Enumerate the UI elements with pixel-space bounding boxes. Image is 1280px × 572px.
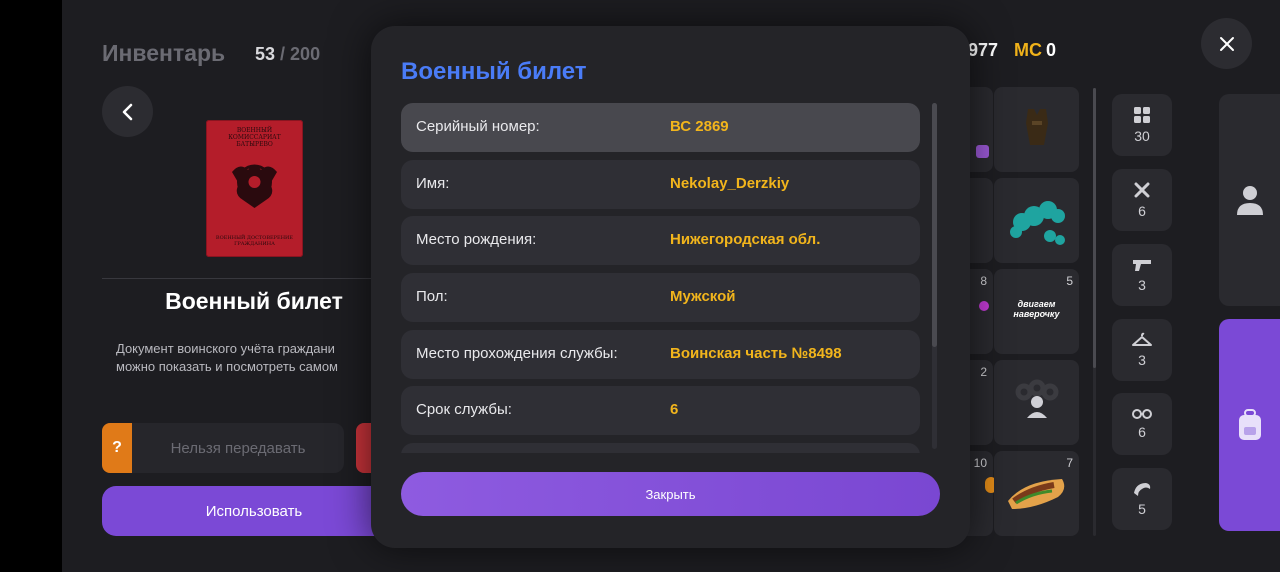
- category-weapons[interactable]: 3: [1112, 244, 1172, 306]
- gun-icon: [1133, 260, 1151, 271]
- grid-icon: [1134, 107, 1150, 123]
- grid-scrollbar-thumb[interactable]: [1093, 88, 1096, 368]
- inventory-slot[interactable]: [994, 178, 1079, 263]
- emblem-icon: [232, 164, 277, 208]
- modal-scrollbar-thumb[interactable]: [932, 103, 937, 347]
- item-name: Военный билет: [165, 288, 343, 314]
- divider: [102, 278, 372, 279]
- glasses-icon: [1132, 409, 1152, 419]
- hair-icon: [1134, 483, 1151, 496]
- rarity-dot: [979, 301, 989, 311]
- mc-value: 0: [1046, 40, 1057, 60]
- info-list: Серийный номер: ВС 2869 Имя: Nekolay_Der…: [401, 103, 921, 453]
- smoke-icon: [1010, 201, 1065, 245]
- inventory-slot[interactable]: [994, 360, 1079, 445]
- category-tools[interactable]: 6: [1112, 169, 1172, 231]
- category-hair[interactable]: 5: [1112, 468, 1172, 530]
- vest-icon: [1026, 109, 1048, 145]
- category-accessories[interactable]: 6: [1112, 393, 1172, 455]
- document-modal: Военный билет Серийный номер: ВС 2869 Им…: [371, 26, 970, 548]
- info-row: Срок службы: 6: [401, 386, 920, 435]
- close-inventory-button[interactable]: [1201, 18, 1252, 69]
- shawarma-icon: [1008, 479, 1065, 509]
- modal-title: Военный билет: [401, 58, 587, 85]
- game-screen: Инвентарь 53 / 200 ВОЕННЫЙ КОМИССАРИАТ Б…: [62, 0, 1280, 572]
- category-clothes[interactable]: 3: [1112, 319, 1172, 381]
- tab-inventory[interactable]: [1219, 319, 1280, 531]
- info-row: Место рождения: Нижегородская обл.: [401, 216, 920, 265]
- chevron-left-icon: [122, 103, 132, 120]
- brass-knuckles-icon: [1015, 379, 1059, 418]
- mc-label: MC: [1014, 40, 1042, 60]
- info-row: [401, 443, 920, 453]
- info-badge[interactable]: ?: [102, 423, 132, 473]
- tab-character[interactable]: [1219, 94, 1280, 306]
- info-row: Имя: Nekolay_Derzkiy: [401, 160, 920, 209]
- back-button[interactable]: [102, 86, 153, 137]
- inventory-title: Инвентарь: [102, 40, 226, 66]
- close-button[interactable]: Закрыть: [401, 472, 940, 516]
- info-row: Серийный номер: ВС 2869: [401, 103, 920, 152]
- inventory-slot[interactable]: 5 двигаем наверочку: [994, 269, 1079, 354]
- item-description: Документ воинского учёта граждани можно …: [116, 341, 338, 374]
- close-icon: [1219, 36, 1234, 51]
- inventory-count: 53 / 200: [255, 44, 321, 64]
- banner-text: двигаем наверочку: [1013, 299, 1060, 319]
- inventory-slot[interactable]: [994, 87, 1079, 172]
- hanger-icon: [1132, 332, 1152, 346]
- rarity-badge: [976, 145, 989, 158]
- person-icon: [1236, 186, 1263, 215]
- transfer-status: Нельзя передавать: [132, 423, 344, 473]
- info-row: Пол: Мужской: [401, 273, 920, 322]
- inventory-slot[interactable]: 7: [994, 451, 1079, 536]
- backpack-icon: [1238, 409, 1261, 440]
- info-row: Место прохождения службы: Воинская часть…: [401, 330, 920, 379]
- category-all[interactable]: 30: [1112, 94, 1172, 156]
- money-value: 977: [968, 40, 999, 60]
- use-button[interactable]: Использовать: [102, 486, 406, 536]
- military-id-image: ВОЕННЫЙ КОМИССАРИАТ БАТЫРЕВО ВОЕННЫЙ ДОС…: [206, 120, 303, 257]
- tools-icon: [1134, 182, 1150, 198]
